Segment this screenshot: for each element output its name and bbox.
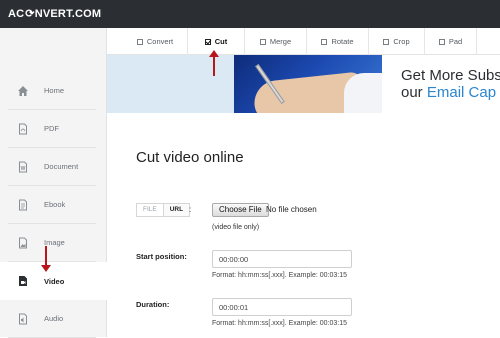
banner-line-2: our Email Cap xyxy=(401,84,500,101)
sidebar-item-video[interactable]: Video xyxy=(0,262,108,300)
tab-label: Cut xyxy=(214,37,228,46)
duration-input[interactable] xyxy=(212,298,352,316)
sidebar-item-home[interactable]: Home xyxy=(8,72,96,110)
tab-label: Convert xyxy=(146,37,174,46)
checkbox-checked-icon xyxy=(204,38,211,45)
file-status: No file chosen xyxy=(266,205,317,214)
site-logo[interactable]: AC ⟳ NVERT.COM xyxy=(8,7,102,21)
sidebar-item-pdf[interactable]: PDF xyxy=(8,110,96,148)
document-icon: W xyxy=(16,160,30,174)
file-type-note: (video file only) xyxy=(212,224,260,231)
svg-text:W: W xyxy=(21,166,26,172)
image-icon xyxy=(16,236,30,250)
sidebar-item-label: Image xyxy=(44,238,65,247)
tab-label: Merge xyxy=(269,37,292,46)
sidebar-item-label: Video xyxy=(44,276,65,286)
sidebar-item-document[interactable]: W Document xyxy=(8,148,96,186)
sidebar-item-audio[interactable]: Audio xyxy=(8,300,96,338)
checkbox-icon xyxy=(321,38,328,45)
file-source-option[interactable]: FILE xyxy=(137,204,163,216)
tab-crop[interactable]: Crop xyxy=(369,28,425,55)
top-bar: AC ⟳ NVERT.COM xyxy=(0,0,500,28)
banner-line-2-accent: Email Cap xyxy=(426,84,497,101)
tab-pad[interactable]: Pad xyxy=(425,28,477,55)
tool-tabs: Convert Cut Merge Rotate Crop Pad xyxy=(107,28,500,55)
banner-line-2-plain: our xyxy=(401,84,427,101)
banner-line-1: Get More Subsc xyxy=(401,67,500,84)
page-title: Cut video online xyxy=(136,149,244,166)
audio-icon xyxy=(16,312,30,326)
start-position-hint: Format: hh:mm:ss[.xxx]. Example: 00:03:1… xyxy=(212,272,347,279)
checkbox-icon xyxy=(438,38,445,45)
annotation-arrow-up xyxy=(209,50,219,76)
source-colon: : xyxy=(189,205,192,214)
active-indicator-notch xyxy=(102,274,108,286)
start-position-label: Start position: xyxy=(136,252,187,261)
tab-convert[interactable]: Convert xyxy=(123,28,188,55)
sidebar-item-ebook[interactable]: Ebook xyxy=(8,186,96,224)
logo-text-suffix: NVERT.COM xyxy=(34,7,102,20)
duration-label: Duration: xyxy=(136,300,170,309)
annotation-arrow-down xyxy=(41,246,51,272)
checkbox-icon xyxy=(136,38,143,45)
sidebar-item-image[interactable]: Image xyxy=(8,224,96,262)
url-source-option[interactable]: URL xyxy=(162,204,190,216)
source-toggle: FILE URL xyxy=(136,203,191,217)
tab-label: Crop xyxy=(393,37,410,46)
pdf-icon xyxy=(16,122,30,136)
ebook-icon xyxy=(16,198,30,212)
checkbox-icon xyxy=(383,38,390,45)
tab-merge[interactable]: Merge xyxy=(245,28,307,55)
checkbox-icon xyxy=(259,38,266,45)
sidebar-item-label: Audio xyxy=(44,314,64,323)
video-icon xyxy=(16,274,30,288)
banner-headline: Get More Subsc our Email Cap xyxy=(401,67,500,101)
home-icon xyxy=(16,84,30,98)
sidebar-item-label: Ebook xyxy=(44,200,66,209)
sidebar-item-label: PDF xyxy=(44,124,59,133)
duration-hint: Format: hh:mm:ss[.xxx]. Example: 00:03:1… xyxy=(212,320,347,327)
choose-file-button[interactable]: Choose File xyxy=(212,203,269,217)
sidebar-item-label: Document xyxy=(44,162,79,171)
refresh-logo-icon: ⟳ xyxy=(25,8,35,20)
ad-banner[interactable]: Get More Subsc our Email Cap xyxy=(107,55,500,113)
tab-rotate[interactable]: Rotate xyxy=(307,28,369,55)
logo-text-prefix: AC xyxy=(8,7,25,20)
start-position-input[interactable] xyxy=(212,250,352,268)
sleeve-illustration xyxy=(344,73,382,113)
tab-label: Rotate xyxy=(331,37,354,46)
banner-photo xyxy=(234,55,382,113)
tab-label: Pad xyxy=(448,37,463,46)
sidebar: Home PDF W Document Ebook Image Video Au… xyxy=(0,28,108,338)
sidebar-item-label: Home xyxy=(44,86,65,95)
